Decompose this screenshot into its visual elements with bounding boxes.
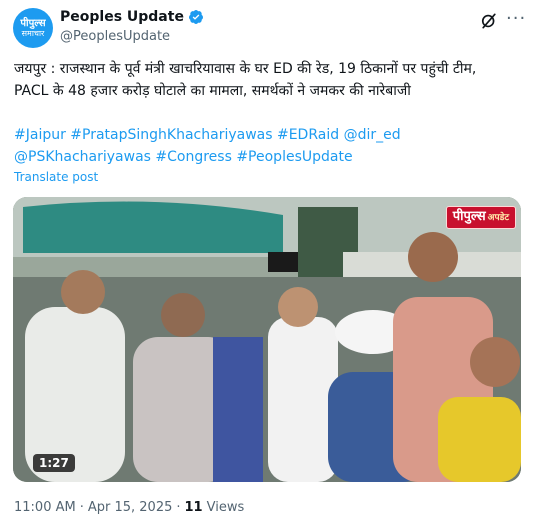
post-date[interactable]: Apr 15, 2025 <box>88 500 173 515</box>
video-player[interactable]: पीपुल्स अपडेट 1:27 <box>13 197 521 482</box>
verified-badge-icon <box>188 10 203 24</box>
meta-separator-2: · <box>176 500 181 515</box>
meta-separator: · <box>79 500 84 515</box>
hashtags-line-2[interactable]: @PSKhachariyawas #Congress #PeoplesUpdat… <box>14 146 524 168</box>
watermark-sub: अपडेट <box>487 213 509 223</box>
author-handle[interactable]: @PeoplesUpdate <box>60 29 170 44</box>
views-label: Views <box>206 500 245 515</box>
video-duration-badge: 1:27 <box>33 454 75 472</box>
avatar-line-1: पीपुल्स <box>20 18 46 29</box>
tweet-card[interactable]: पीपुल्स समाचार Peoples Update @PeoplesUp… <box>0 0 539 523</box>
tweet-hashtags[interactable]: #Jaipur #PratapSinghKhachariyawas #EDRai… <box>14 124 524 168</box>
watermark-main: पीपुल्स <box>452 209 486 224</box>
tweet-text: जयपुर : राजस्थान के पूर्व मंत्री खाचरिया… <box>14 61 477 99</box>
grok-icon[interactable] <box>479 11 499 31</box>
channel-watermark: पीपुल्स अपडेट <box>445 206 516 229</box>
author-name-row[interactable]: Peoples Update <box>60 9 204 25</box>
translate-post-link[interactable]: Translate post <box>14 170 98 184</box>
video-frame <box>13 197 521 482</box>
author-name[interactable]: Peoples Update <box>60 9 184 25</box>
post-time[interactable]: 11:00 AM <box>14 500 76 515</box>
views-count: 11 <box>184 500 203 515</box>
tweet-meta: 11:00 AM · Apr 15, 2025 · 11 Views <box>14 500 244 515</box>
hashtags-line-1[interactable]: #Jaipur #PratapSinghKhachariyawas #EDRai… <box>14 124 524 146</box>
more-options-icon[interactable]: ··· <box>506 8 526 29</box>
avatar-line-2: समाचार <box>21 29 45 38</box>
avatar[interactable]: पीपुल्स समाचार <box>13 8 53 48</box>
